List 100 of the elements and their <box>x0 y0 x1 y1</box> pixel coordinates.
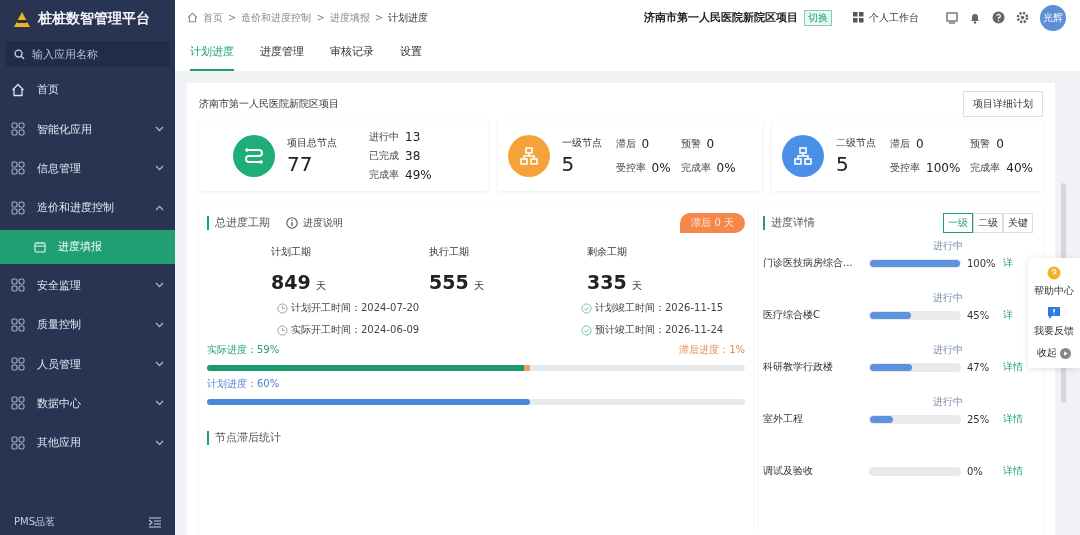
bell-icon[interactable] <box>969 11 981 24</box>
nav-item[interactable]: 其他应用 <box>0 423 175 463</box>
status-label: 进行中 <box>933 395 963 408</box>
detail-link[interactable]: 详 <box>1003 256 1013 270</box>
stat-label: 完成率 <box>680 161 711 175</box>
item-name: 医疗综合楼C <box>763 308 821 322</box>
detail-plan-button[interactable]: 项目详细计划 <box>963 91 1043 117</box>
period-label: 执行工期 <box>429 245 470 259</box>
percent-label: 0% <box>967 465 984 477</box>
stat-value: 0% <box>716 161 736 175</box>
clock-icon <box>277 302 288 314</box>
nav-item[interactable]: 数据中心 <box>0 383 175 424</box>
search-field[interactable]: 输入应用名称 <box>6 41 169 67</box>
breadcrumb-item: 计划进度 <box>388 10 429 25</box>
collapse-link[interactable]: 收起 <box>1037 346 1057 360</box>
help-center-link[interactable]: 帮助中心 <box>1034 284 1074 298</box>
menu-icon[interactable] <box>149 516 161 528</box>
stat-value: 38 <box>405 149 421 163</box>
settings-icon[interactable] <box>1016 11 1029 24</box>
status-label: 进行中 <box>933 343 963 356</box>
status-label: 进行中 <box>933 239 963 252</box>
percent-label: 100% <box>967 257 997 269</box>
nav-item[interactable]: 人员管理 <box>0 344 175 384</box>
grid-icon <box>11 200 25 215</box>
grid-icon <box>11 161 25 176</box>
breadcrumb-separator: > <box>374 12 384 23</box>
grid-icon <box>11 396 25 411</box>
period-value: 335 <box>587 271 627 293</box>
filter-tab[interactable]: 一级 <box>943 213 973 233</box>
logo-icon <box>12 10 32 28</box>
detail-link[interactable]: 详情 <box>1003 360 1023 374</box>
tab[interactable]: 设置 <box>400 35 422 71</box>
check-circle-icon <box>581 302 592 314</box>
stat-value: 5 <box>836 152 850 176</box>
calendar-icon <box>34 240 46 253</box>
breadcrumb-separator: > <box>316 12 325 23</box>
period-label: 剩余工期 <box>587 245 628 259</box>
tab[interactable]: 计划进度 <box>190 35 234 71</box>
percent-label: 45% <box>967 309 991 321</box>
explanation-link[interactable]: 进度说明 <box>303 216 343 230</box>
home-icon[interactable] <box>187 12 198 23</box>
detail-link[interactable]: 详情 <box>1003 464 1023 478</box>
detail-link[interactable]: 详 <box>1003 308 1013 322</box>
nav-item[interactable]: 信息管理 <box>0 148 175 189</box>
stat-value: 0 <box>996 137 1004 151</box>
item-name: 室外工程 <box>763 412 804 426</box>
tab[interactable]: 进度管理 <box>260 35 304 71</box>
nav-item[interactable]: 造价和进度控制 <box>0 188 175 228</box>
tab[interactable]: 审核记录 <box>330 35 374 71</box>
detail-link[interactable]: 详情 <box>1003 412 1023 426</box>
filter-tab[interactable]: 二级 <box>973 213 1003 233</box>
date-text: 实际开工时间：2024-06-09 <box>291 323 420 337</box>
stat-value: 0 <box>706 137 715 151</box>
nav-item[interactable]: 智能化应用 <box>0 109 175 149</box>
help-icon <box>1047 266 1061 280</box>
project-name: 济南市第一人民医院新院区项目 <box>644 10 798 25</box>
date-text: 预计竣工时间：2026-11-24 <box>595 323 724 337</box>
grid-icon <box>11 435 25 450</box>
breadcrumb-item[interactable]: 造价和进度控制 <box>241 10 312 25</box>
stat-value: 0% <box>651 161 671 175</box>
help-icon[interactable] <box>992 11 1005 24</box>
period-value: 849 <box>271 271 311 293</box>
grid-icon <box>11 357 25 372</box>
period-value: 555 <box>429 271 469 293</box>
unit-label: 天 <box>631 280 642 291</box>
progress-label: 滞后进度：1% <box>679 343 745 357</box>
project-title: 济南市第一人民医院新院区项目 <box>199 97 339 111</box>
unit-label: 天 <box>315 280 326 291</box>
clock-icon <box>277 324 288 336</box>
stat-label: 二级节点 <box>836 136 877 150</box>
nav-item[interactable]: 质量控制 <box>0 304 175 345</box>
stat-value: 5 <box>561 152 576 176</box>
breadcrumb-item[interactable]: 首页 <box>203 10 223 25</box>
stat-label: 完成率 <box>970 161 1001 175</box>
section-title: 总进度工期 <box>207 216 270 230</box>
item-name: 科研教学行政楼 <box>763 360 834 374</box>
unit-label: 天 <box>473 280 484 291</box>
stat-label: 预警 <box>680 137 701 151</box>
screen-icon[interactable] <box>946 11 958 24</box>
home-icon <box>11 82 25 97</box>
progress-label: 实际进度：59% <box>207 343 280 357</box>
stat-value: 13 <box>405 130 421 144</box>
breadcrumb-separator: > <box>228 12 237 23</box>
stat-value: 100% <box>926 161 961 175</box>
period-label: 计划工期 <box>271 245 312 259</box>
breadcrumb-item[interactable]: 进度填报 <box>329 10 370 25</box>
stat-label: 进行中 <box>369 130 399 144</box>
app-title: 桩桩数智管理平台 <box>38 10 150 28</box>
check-circle-icon <box>581 324 592 336</box>
play-icon <box>1060 347 1071 359</box>
percent-label: 25% <box>967 413 991 425</box>
nav-item[interactable]: 安全监理 <box>0 265 175 305</box>
stat-label: 滞后 <box>890 137 911 151</box>
feedback-link[interactable]: 我要反馈 <box>1034 324 1074 338</box>
grid-icon <box>11 278 25 293</box>
filter-tab[interactable]: 关键 <box>1003 213 1033 233</box>
feedback-icon <box>1047 306 1061 320</box>
workspace-link[interactable]: 个人工作台 <box>869 10 919 25</box>
nav-item[interactable]: 首页 <box>0 70 175 110</box>
date-text: 计划竣工时间：2026-11-15 <box>595 301 724 315</box>
